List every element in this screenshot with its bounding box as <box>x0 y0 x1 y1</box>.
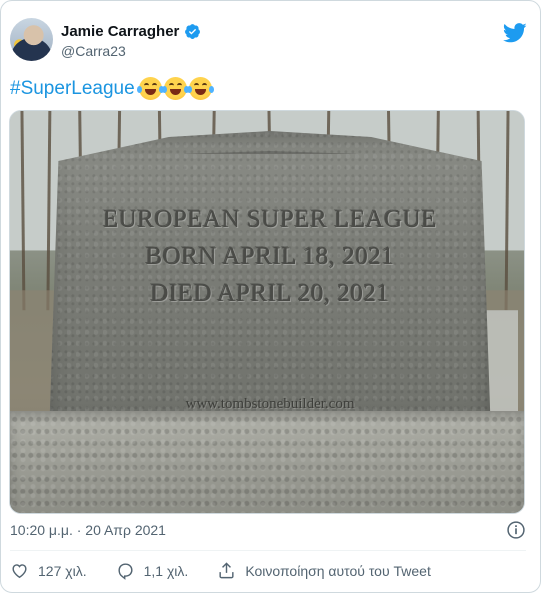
emoji-group <box>136 77 214 100</box>
user-handle[interactable]: @Carra23 <box>61 43 126 59</box>
info-icon[interactable] <box>506 520 526 540</box>
reply-bubble-icon <box>118 563 133 580</box>
tweet-text: #SuperLeague <box>10 77 214 100</box>
tombstone-inscription: EUROPEAN SUPER LEAGUE BORN APRIL 18, 202… <box>40 201 500 312</box>
heart-icon <box>12 564 27 579</box>
reply-button[interactable]: 1,1 χιλ. <box>116 561 189 580</box>
user-name-label: Jamie Carragher <box>61 23 180 40</box>
laughing-emoji-icon <box>186 77 214 100</box>
tombstone-base <box>10 411 524 513</box>
inscription-line: DIED APRIL 20, 2021 <box>150 280 390 307</box>
inscription-line: BORN APRIL 18, 2021 <box>145 243 395 270</box>
share-button[interactable]: Κοινοποίηση αυτού του Tweet <box>217 561 431 580</box>
verified-badge-icon <box>185 24 201 39</box>
share-icon <box>219 562 234 579</box>
user-name[interactable]: Jamie Carragher <box>61 23 201 40</box>
laughing-emoji-icon <box>136 77 164 100</box>
tweet-image[interactable]: EUROPEAN SUPER LEAGUE BORN APRIL 18, 202… <box>9 110 525 514</box>
avatar[interactable] <box>10 18 53 61</box>
tweet-timestamp[interactable]: 10:20 μ.μ. · 20 Απρ 2021 <box>10 522 166 538</box>
reply-count: 1,1 χιλ. <box>143 562 189 579</box>
divider <box>10 550 526 551</box>
laughing-emoji-icon <box>161 77 189 100</box>
like-button[interactable]: 127 χιλ. <box>10 561 87 580</box>
image-watermark: www.tombstonebuilder.com <box>185 396 355 412</box>
share-label: Κοινοποίηση αυτού του Tweet <box>245 562 431 579</box>
tweet-card: Jamie Carragher @Carra23 #SuperLeague EU… <box>0 0 541 593</box>
like-count: 127 χιλ. <box>38 562 87 579</box>
twitter-bird-icon[interactable] <box>503 23 527 43</box>
action-bar: 127 χιλ. 1,1 χιλ. Κοινοποίηση αυτού του … <box>10 561 460 580</box>
inscription-line: EUROPEAN SUPER LEAGUE <box>102 206 438 233</box>
hashtag-link[interactable]: #SuperLeague <box>10 78 135 100</box>
